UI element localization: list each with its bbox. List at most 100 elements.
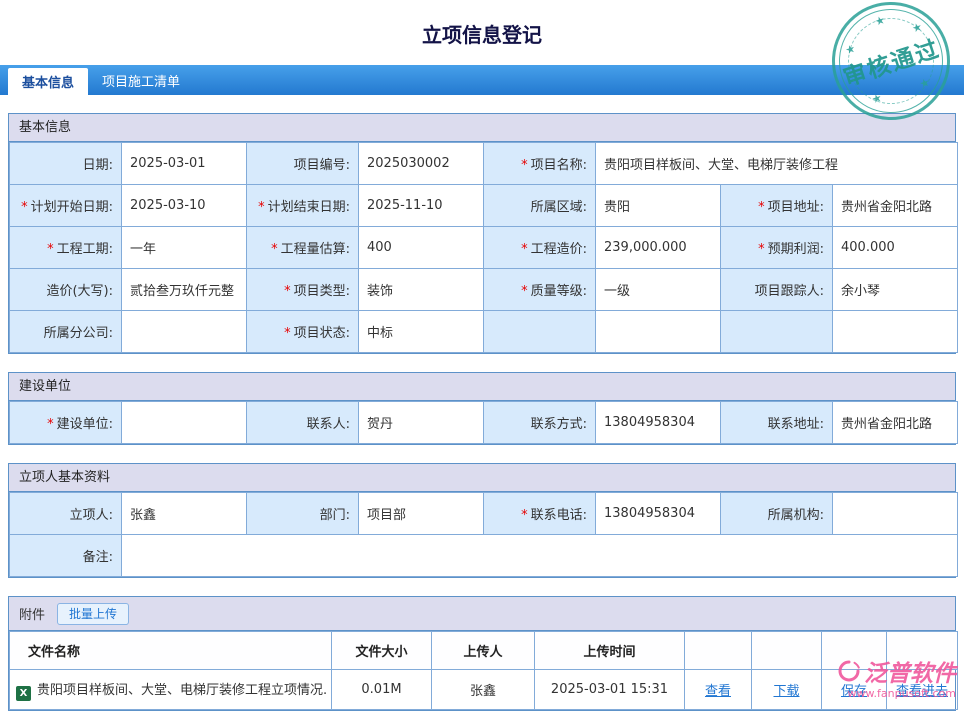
field-value: 贵州省金阳北路: [832, 401, 958, 444]
field-value: 贰拾叁万玖仟元整: [121, 268, 247, 311]
field-label: 所属分公司:: [9, 310, 122, 353]
form-row: * 计划开始日期: 2025-03-10 * 计划结束日期: 2025-11-10 所属区域…: [9, 184, 958, 227]
field-value: 贵阳项目样板间、大堂、电梯厅装修工程: [595, 142, 958, 185]
required-asterisk: *: [284, 284, 291, 299]
field-value: 13804958304: [595, 492, 721, 535]
attachment-action-1-link[interactable]: 查看: [705, 684, 731, 699]
field-label: * 计划开始日期:: [9, 184, 122, 227]
tab-bar: 基本信息 项目施工清单: [0, 65, 964, 95]
field-value: [121, 401, 247, 444]
required-asterisk: *: [521, 284, 528, 299]
field-label: * 质量等级:: [483, 268, 596, 311]
form-row: * 建设单位: 联系人: 贺丹 联系方式: 13804958304 联系地址: 贵州省金阳北路: [9, 401, 958, 444]
required-asterisk: *: [758, 200, 765, 215]
required-asterisk: *: [21, 200, 28, 215]
form-section: 基本信息 日期: 2025-03-01 项目编号: 2025030002 * 项目名称: 贵阳…: [8, 113, 958, 354]
field-label: 备注:: [9, 534, 122, 577]
attach-column-header: 文件大小: [331, 631, 432, 670]
attachment-action-cell: 下载: [751, 669, 822, 710]
field-label: * 项目名称:: [483, 142, 596, 185]
excel-file-icon: X: [16, 685, 31, 701]
field-value: 项目部: [358, 492, 484, 535]
field-label: 项目跟踪人:: [720, 268, 833, 311]
field-value: 13804958304: [595, 401, 721, 444]
attachment-action-2-link[interactable]: 下载: [773, 684, 799, 699]
page-title: 立项信息登记: [422, 23, 542, 47]
field-label: * 联系电话:: [483, 492, 596, 535]
section-title: 建设单位: [9, 373, 955, 401]
field-label: [720, 310, 833, 353]
form-section: 建设单位 * 建设单位: 联系人: 贺丹 联系方式: 13804958304 联系地址: 贵州省…: [8, 372, 958, 445]
field-value: [121, 534, 958, 577]
attachments-header-row: 文件名称 文件大小 上传人 上传时间: [9, 631, 958, 670]
field-value: [832, 310, 958, 353]
required-asterisk: *: [521, 242, 528, 257]
form-row: 备注:: [9, 534, 958, 577]
attach-column-header: 上传时间: [534, 631, 685, 670]
attachments-title: 附件: [19, 608, 46, 623]
field-value: 400.000: [832, 226, 958, 269]
attachments-table: 文件名称 文件大小 上传人 上传时间 X 贵阳项目样板间、大堂、电梯厅装修工程立项情况.…: [9, 631, 958, 710]
field-value: 贵阳: [595, 184, 721, 227]
attachment-action-3-link[interactable]: 保存: [841, 684, 867, 699]
field-value: 一级: [595, 268, 721, 311]
field-value: 余小琴: [832, 268, 958, 311]
section-title: 立项人基本资料: [9, 464, 955, 492]
field-value: 中标: [358, 310, 484, 353]
field-label: * 预期利润:: [720, 226, 833, 269]
attach-column-header: 上传人: [431, 631, 535, 670]
field-label: * 计划结束日期:: [246, 184, 359, 227]
attachment-upload-time: 2025-03-01 15:31: [534, 669, 685, 710]
field-value: 2025-03-01: [121, 142, 247, 185]
field-value: [121, 310, 247, 353]
attach-column-header-empty: [751, 631, 822, 670]
attachment-uploader: 张鑫: [431, 669, 535, 710]
required-asterisk: *: [284, 326, 291, 341]
attach-column-header-empty: [886, 631, 958, 670]
tab-construction-list[interactable]: 项目施工清单: [88, 65, 194, 95]
attachment-file-size: 0.01M: [331, 669, 432, 710]
field-label: 造价(大写):: [9, 268, 122, 311]
form-section: 立项人基本资料 立项人: 张鑫 部门: 项目部 * 联系电话: 13804958304 所属机构…: [8, 463, 958, 578]
form-row: * 工程工期: 一年 * 工程量估算: 400 * 工程造价: 239,000.000 * 预期利润…: [9, 226, 958, 269]
attachment-action-4-link[interactable]: 查看进去: [896, 684, 948, 699]
required-asterisk: *: [258, 200, 265, 215]
form-sections: 基本信息 日期: 2025-03-01 项目编号: 2025030002 * 项目名称: 贵阳…: [0, 113, 964, 578]
field-value: 贺丹: [358, 401, 484, 444]
field-label: * 工程量估算:: [246, 226, 359, 269]
field-label: * 工程造价:: [483, 226, 596, 269]
field-value: 2025-03-10: [121, 184, 247, 227]
field-label: 立项人:: [9, 492, 122, 535]
field-value: 贵州省金阳北路: [832, 184, 958, 227]
field-label: 部门:: [246, 492, 359, 535]
attachment-action-cell: 查看进去: [886, 669, 958, 710]
field-value: 239,000.000: [595, 226, 721, 269]
form-row: 所属分公司: * 项目状态: 中标: [9, 310, 958, 353]
required-asterisk: *: [47, 242, 54, 257]
field-value: 张鑫: [121, 492, 247, 535]
attach-column-header: 文件名称: [9, 631, 332, 670]
field-label: [483, 310, 596, 353]
attachments-section: 附件 批量上传 文件名称 文件大小 上传人 上传时间 X 贵阳项目样板间、大堂、电梯厅装…: [8, 596, 958, 711]
tab-basic-info[interactable]: 基本信息: [8, 68, 89, 95]
field-label: * 建设单位:: [9, 401, 122, 444]
field-value: 一年: [121, 226, 247, 269]
section-title: 基本信息: [9, 114, 955, 142]
attachment-action-cell: 查看: [684, 669, 752, 710]
field-label: 联系地址:: [720, 401, 833, 444]
field-label: * 工程工期:: [9, 226, 122, 269]
attachment-action-cell: 保存: [821, 669, 887, 710]
field-label: 联系方式:: [483, 401, 596, 444]
required-asterisk: *: [47, 417, 54, 432]
field-label: 联系人:: [246, 401, 359, 444]
field-label: 所属机构:: [720, 492, 833, 535]
required-asterisk: *: [271, 242, 278, 257]
field-value: 装饰: [358, 268, 484, 311]
form-row: 造价(大写): 贰拾叁万玖仟元整 * 项目类型: 装饰 * 质量等级: 一级 项目跟踪人: 余小琴: [9, 268, 958, 311]
field-label: 所属区域:: [483, 184, 596, 227]
field-value: 2025-11-10: [358, 184, 484, 227]
required-asterisk: *: [521, 508, 528, 523]
batch-upload-button[interactable]: 批量上传: [57, 602, 130, 625]
field-value: [832, 492, 958, 535]
required-asterisk: *: [521, 158, 528, 173]
